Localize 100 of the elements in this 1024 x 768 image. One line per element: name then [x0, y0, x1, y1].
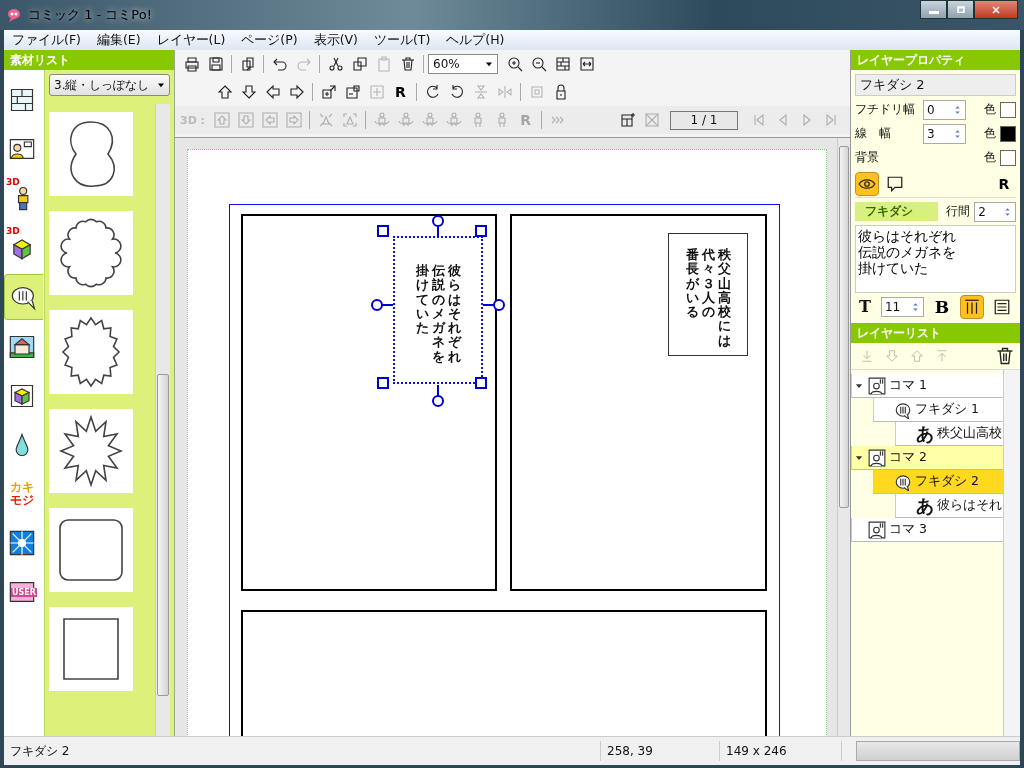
- lettering-art: カキ モジ: [10, 481, 34, 507]
- property-label: 線 幅: [855, 126, 892, 141]
- layer-row[interactable]: コマ 2: [851, 446, 1003, 470]
- scrollbar[interactable]: [155, 104, 170, 736]
- grid-icon: [554, 56, 571, 72]
- menu-item[interactable]: ヘルプ(H): [438, 31, 513, 49]
- speech-balloon-icon: [894, 400, 912, 419]
- clipboard-icon: [375, 56, 392, 72]
- scrollbar[interactable]: [837, 138, 850, 736]
- flip-horizontal-icon: [496, 84, 513, 100]
- scrollbar[interactable]: [1003, 370, 1020, 736]
- eye-button[interactable]: [855, 172, 879, 196]
- balloon-text: 彼らはそれぞれ: [447, 264, 461, 366]
- enlarge-icon: [320, 84, 337, 100]
- close-icon: [990, 3, 1002, 16]
- layer-row[interactable]: コマ 1: [851, 374, 1003, 398]
- text-line: 伝説のメガネを: [858, 244, 957, 261]
- arrow-right-icon: [288, 84, 305, 100]
- layer-row[interactable]: フキダシ 1: [873, 398, 1003, 422]
- balloon-text: 伝説のメガネを: [431, 264, 445, 366]
- menu-item[interactable]: レイヤー(L): [148, 31, 234, 49]
- menu-item[interactable]: 編集(E): [88, 31, 149, 49]
- property-label: 背景: [855, 150, 880, 165]
- figure-rotate-icon: [373, 112, 390, 128]
- page-number-field[interactable]: 1 / 1: [670, 110, 738, 130]
- figure-spread-icon: [341, 112, 358, 128]
- material-tab[interactable]: [4, 274, 43, 320]
- framed-person-icon: [868, 520, 886, 539]
- status-text: 149 x 246: [720, 741, 842, 761]
- stacked-pages-icon: [239, 56, 256, 72]
- material-item[interactable]: [49, 607, 133, 691]
- material-tab[interactable]: 3D: [4, 225, 40, 269]
- zoom-in-icon: [506, 56, 523, 72]
- spin-field[interactable]: 11: [880, 296, 924, 317]
- reset-button[interactable]: R: [992, 172, 1016, 196]
- spin-field[interactable]: 2: [974, 201, 1016, 222]
- copy-icon: [351, 56, 368, 72]
- menu-item[interactable]: ページ(P): [233, 31, 306, 49]
- color-swatch[interactable]: [1000, 101, 1016, 118]
- panel-header: レイヤーリスト: [851, 323, 1020, 343]
- menu-item[interactable]: 表示(V): [305, 31, 366, 49]
- trash-icon: [399, 56, 416, 72]
- layer-row[interactable]: あ 秩父山高校: [895, 422, 1003, 446]
- material-item[interactable]: [49, 508, 133, 592]
- maximize-icon: [954, 3, 967, 16]
- square-icon: [528, 84, 545, 100]
- comic-panel[interactable]: [510, 214, 767, 591]
- burst-icon: [8, 529, 36, 557]
- close-button[interactable]: [974, 0, 1018, 19]
- bold-button[interactable]: B: [929, 294, 954, 319]
- property-label: 行間: [946, 204, 971, 219]
- zoom-dropdown[interactable]: 60%: [428, 54, 498, 74]
- caption-text: 秩父山高校には: [717, 248, 731, 350]
- center-icon: [368, 84, 385, 100]
- layer-row[interactable]: フキダシ 2: [873, 470, 1003, 494]
- figure-rotate-icon: [445, 112, 462, 128]
- color-label: 色: [984, 125, 996, 142]
- material-item[interactable]: [49, 409, 133, 493]
- selection-handles-drawing[interactable]: [371, 215, 505, 407]
- panel-header: 素材リスト: [4, 50, 174, 70]
- add-page-icon: [619, 112, 636, 128]
- text-line: 掛けていた: [858, 260, 929, 277]
- reset-button[interactable]: R: [389, 80, 412, 104]
- speech-balloon[interactable]: 掛けていた 伝説のメガネを 彼らはそれぞれ: [393, 236, 483, 384]
- spin-field[interactable]: 3: [923, 123, 966, 144]
- window-title: コミック 1 - コミPo!: [28, 6, 152, 24]
- maximize-button[interactable]: [947, 0, 974, 19]
- menu-item[interactable]: ファイル(F): [4, 31, 89, 49]
- spin-field[interactable]: 0: [923, 99, 966, 120]
- undo-icon: [271, 56, 288, 72]
- layer-row[interactable]: あ 彼らはそれ: [895, 494, 1003, 518]
- material-item[interactable]: [49, 310, 133, 394]
- boxed-arrow-down-icon: [237, 112, 254, 128]
- material-tab[interactable]: 3D: [4, 176, 40, 220]
- material-tab[interactable]: USER: [4, 570, 40, 614]
- minimize-button[interactable]: [920, 0, 947, 19]
- color-swatch[interactable]: [1000, 125, 1016, 142]
- panel-header: レイヤープロパティ: [851, 50, 1020, 70]
- arrow-up-icon: [909, 349, 924, 363]
- material-item[interactable]: [49, 211, 133, 295]
- arrow-up-icon: [216, 84, 233, 100]
- material-item[interactable]: [49, 112, 133, 196]
- layer-type-tag: フキダシ: [855, 202, 939, 221]
- printer-icon: [183, 56, 200, 72]
- menu-item[interactable]: ツール(T): [365, 31, 439, 49]
- text-layer-glyph: あ: [916, 421, 934, 446]
- layer-name-field[interactable]: フキダシ 2: [855, 74, 1016, 96]
- text-field[interactable]: 彼らはそれぞれ 伝説のメガネを 掛けていた: [855, 225, 1016, 293]
- balloon-text: 掛けていた: [415, 264, 429, 338]
- caption-box[interactable]: 番長がいる 代々３人の 秩父山高校には: [668, 233, 748, 356]
- vertical-text-button[interactable]: [959, 294, 984, 319]
- framed-person-icon: [868, 448, 886, 467]
- caption-text: 代々３人の: [701, 248, 715, 322]
- text-line: 彼らはそれぞれ: [858, 228, 957, 245]
- material-tab[interactable]: カキ モジ: [4, 472, 40, 516]
- figure-rotate-icon: [397, 112, 414, 128]
- panel-grid-icon: [8, 86, 36, 114]
- layer-row[interactable]: コマ 3: [851, 518, 1003, 542]
- category-dropdown[interactable]: 3.縦・しっぽなし: [49, 74, 170, 96]
- color-swatch[interactable]: [1000, 149, 1016, 166]
